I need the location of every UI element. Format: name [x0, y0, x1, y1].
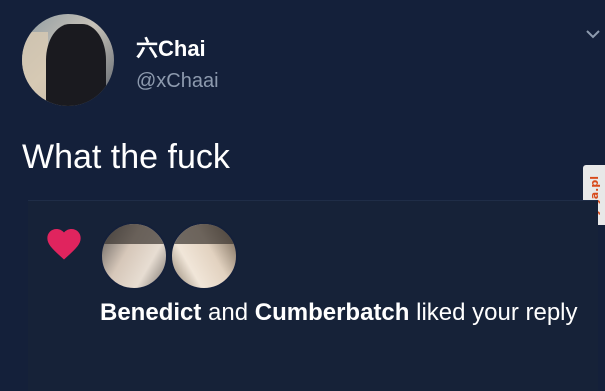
name-row: 六Chai — [136, 31, 206, 63]
liker-name-1[interactable]: Benedict — [100, 299, 201, 326]
avatar-background — [22, 32, 48, 106]
liker-name-2[interactable]: Cumberbatch — [255, 299, 410, 326]
liker-avatar-1-hair — [102, 224, 166, 244]
heart-icon — [47, 229, 81, 260]
liker-avatar-1[interactable] — [100, 222, 168, 290]
display-name[interactable]: 六Chai — [136, 31, 206, 63]
action-text: liked your reply — [416, 299, 578, 326]
joiner-text: and — [208, 299, 249, 326]
liker-avatar-2-hair — [172, 224, 236, 244]
user-handle[interactable]: @xChaai — [136, 70, 219, 93]
tweet-card: 六Chai @xChaai What the fuck jeja.pl Bene… — [0, 0, 605, 391]
chevron-down-icon[interactable] — [583, 24, 603, 44]
liker-avatar-2[interactable] — [170, 222, 238, 290]
tweet-text: What the fuck — [22, 138, 230, 176]
avatar-person — [46, 24, 106, 106]
avatar[interactable] — [22, 14, 114, 106]
notification-text: Benedict and Cumberbatch liked your repl… — [100, 296, 595, 330]
